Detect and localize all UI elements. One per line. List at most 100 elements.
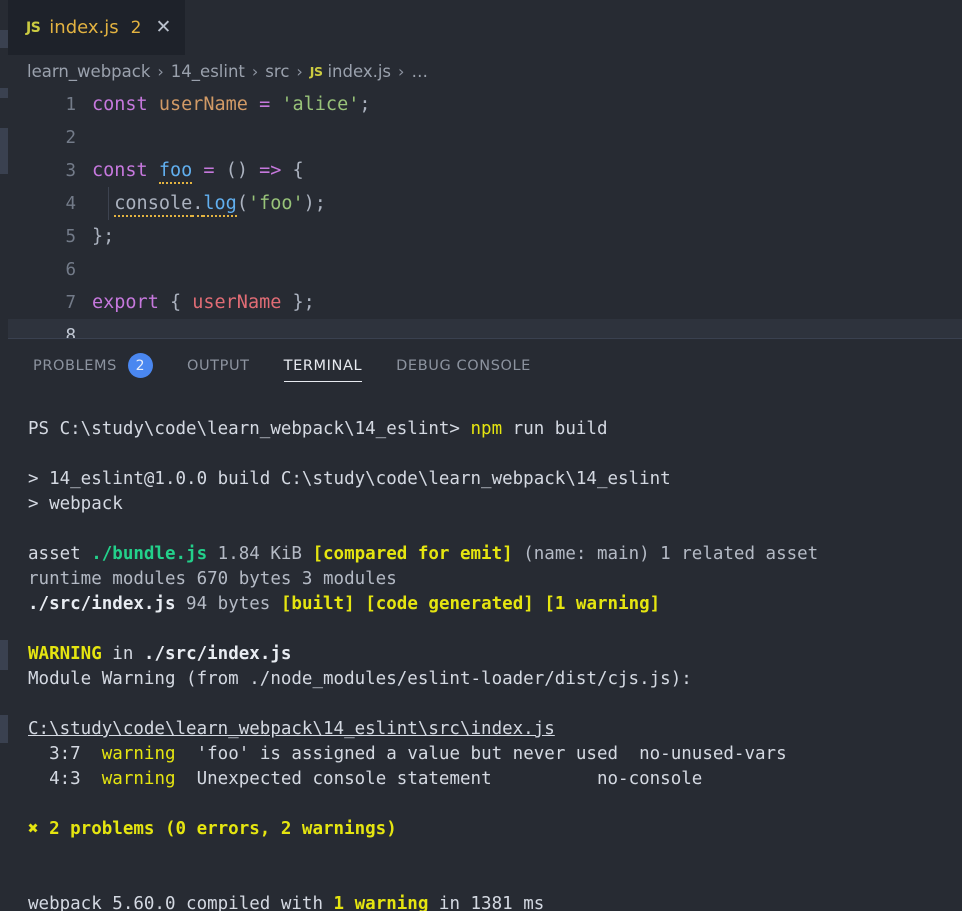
close-icon[interactable]: ✕ xyxy=(155,18,171,37)
code-token: = xyxy=(259,94,271,115)
code-token: } xyxy=(292,292,304,313)
terminal-segment: [built] xyxy=(280,594,355,614)
code-token: console xyxy=(114,193,193,217)
line-number: 2 xyxy=(65,127,76,148)
code-text: export { userName }; xyxy=(92,292,962,313)
breadcrumb-item-3[interactable]: index.js xyxy=(327,62,391,81)
terminal-line: PS C:\study\code\learn_webpack\14_eslint… xyxy=(28,417,962,442)
terminal-segment: warning xyxy=(101,769,176,789)
terminal-segment: WARNING xyxy=(28,644,102,664)
terminal-segment: [compared for emit] xyxy=(312,544,513,564)
code-line[interactable]: 7 export { userName }; xyxy=(0,286,962,319)
terminal-line: > webpack xyxy=(28,492,962,517)
overview-mark-4 xyxy=(0,715,8,743)
code-token: log xyxy=(203,193,237,217)
code-line[interactable]: 8 xyxy=(0,319,962,338)
terminal-segment: 'foo' is assigned a value but never used… xyxy=(175,744,787,764)
terminal-file-link[interactable]: C:\study\code\learn_webpack\14_eslint\sr… xyxy=(28,719,555,739)
panel-tab-label: TERMINAL xyxy=(283,357,363,374)
terminal-line: runtime modules 670 bytes 3 modules xyxy=(28,567,962,592)
vscode-window: JS index.js 2 ✕ learn_webpack › 14_eslint ›… xyxy=(0,0,962,911)
terminal-output[interactable]: PS C:\study\code\learn_webpack\14_eslint… xyxy=(0,392,962,911)
code-token: userName xyxy=(192,292,282,313)
panel-tab-debug-console[interactable]: DEBUG CONSOLE xyxy=(396,339,531,392)
code-token: { xyxy=(169,292,182,313)
line-number: 3 xyxy=(65,160,76,181)
terminal-segment: asset xyxy=(28,544,92,564)
code-token: } xyxy=(92,226,104,247)
terminal-segment: [1 warning] xyxy=(544,594,661,614)
terminal-segment: in xyxy=(101,644,144,664)
line-number: 4 xyxy=(65,193,76,214)
editor-tab-index-js[interactable]: JS index.js 2 ✕ xyxy=(8,0,186,55)
code-line[interactable]: 4 console.log('foo'); xyxy=(0,187,962,220)
code-token: ; xyxy=(103,226,115,247)
breadcrumb-item-1[interactable]: 14_eslint xyxy=(171,62,245,81)
problems-count-badge: 2 xyxy=(127,353,153,378)
terminal-line: Module Warning (from ./node_modules/esli… xyxy=(28,667,962,692)
terminal-line: asset ./bundle.js 1.84 KiB [compared for… xyxy=(28,542,962,567)
terminal-segment: npm xyxy=(470,419,503,439)
code-line[interactable]: 3 const foo = () => { xyxy=(0,154,962,187)
panel-tab-terminal[interactable]: TERMINAL xyxy=(283,339,363,392)
line-number: 1 xyxy=(65,94,76,115)
panel-tab-label: DEBUG CONSOLE xyxy=(396,357,531,374)
terminal-segment xyxy=(534,594,545,614)
panel-tab-label: OUTPUT xyxy=(186,357,250,374)
terminal-segment: [code generated] xyxy=(365,594,534,614)
code-token: . xyxy=(192,193,204,217)
terminal-segment: 1.84 KiB xyxy=(207,544,313,564)
panel-tab-output[interactable]: OUTPUT xyxy=(187,339,250,392)
code-text: const foo = () => { xyxy=(92,160,962,184)
code-line[interactable]: 2 xyxy=(0,121,962,154)
terminal-line: ./src/index.js 94 bytes [built] [code ge… xyxy=(28,592,962,617)
terminal-line: WARNING in ./src/index.js xyxy=(28,642,962,667)
terminal-line: > 14_eslint@1.0.0 build C:\study\code\le… xyxy=(28,467,962,492)
terminal-line: ✖ 2 problems (0 errors, 2 warnings) xyxy=(28,817,962,842)
panel-tab-label: PROBLEMS xyxy=(33,357,117,374)
overview-mark-0 xyxy=(0,30,8,48)
line-number: 8 xyxy=(65,325,76,339)
code-text: console.log('foo'); xyxy=(92,193,962,217)
breadcrumb-separator: › xyxy=(251,62,259,81)
overview-mark-2 xyxy=(0,128,8,174)
code-token: ( xyxy=(236,193,248,214)
terminal-segment: 3:7 xyxy=(28,744,102,764)
terminal-segment: ./bundle.js xyxy=(91,544,208,564)
terminal-segment: run build xyxy=(502,419,608,439)
code-line[interactable]: 5}; xyxy=(0,220,962,253)
code-token: ; xyxy=(359,94,371,115)
terminal-segment: webpack 5.60.0 compiled with xyxy=(28,894,334,911)
code-editor[interactable]: 1 const userName = 'alice'; 2 3 const foo = … xyxy=(0,88,962,338)
panel-tab-problems[interactable]: PROBLEMS 2 xyxy=(33,339,153,392)
code-line[interactable]: 1 const userName = 'alice'; xyxy=(0,88,962,121)
breadcrumb-item-4[interactable]: … xyxy=(411,62,428,81)
code-token: { xyxy=(292,160,304,181)
terminal-segment: runtime modules 670 bytes 3 modules xyxy=(28,569,397,589)
editor-tab-bar: JS index.js 2 ✕ xyxy=(0,0,962,55)
editor-tab-label: index.js xyxy=(49,17,119,38)
breadcrumb-item-2[interactable]: src xyxy=(265,62,289,81)
terminal-segment: PS C:\study\code\learn_webpack\14_eslint… xyxy=(28,419,471,439)
code-line[interactable]: 6 xyxy=(0,253,962,286)
terminal-segment: Unexpected console statement no-console xyxy=(175,769,703,789)
code-token: => xyxy=(259,160,282,181)
overview-mark-3 xyxy=(0,640,8,670)
code-token: () xyxy=(225,160,248,181)
terminal-segment: ./src/index.js xyxy=(28,594,176,614)
code-token: foo xyxy=(158,160,193,184)
terminal-segment xyxy=(355,594,366,614)
terminal-segment: > 14_eslint@1.0.0 build C:\study\code\le… xyxy=(28,469,671,489)
breadcrumb-item-0[interactable]: learn_webpack xyxy=(27,62,150,81)
